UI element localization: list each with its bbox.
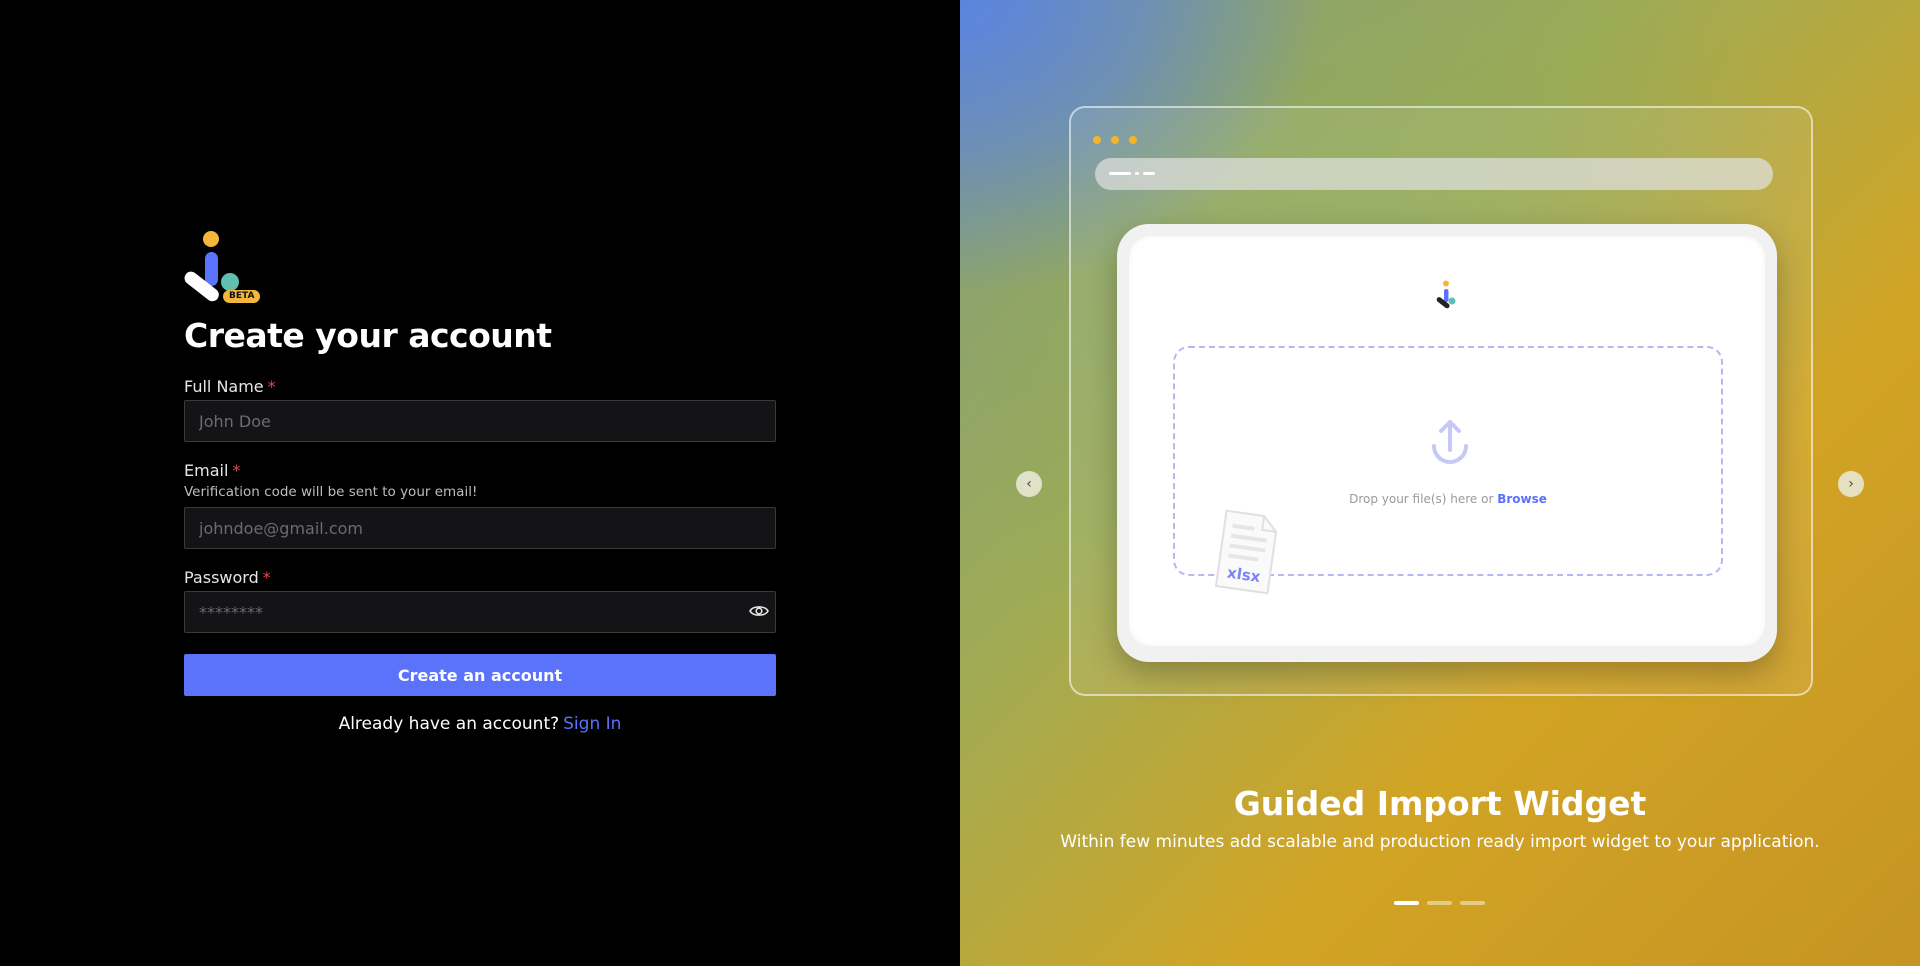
eye-icon[interactable] (749, 604, 769, 618)
chevron-right-icon[interactable]: › (1838, 471, 1864, 497)
create-account-button[interactable]: Create an account (184, 654, 776, 696)
signin-link[interactable]: Sign In (563, 714, 621, 734)
url-dash (1109, 172, 1131, 175)
widget-logo-icon (1435, 280, 1461, 314)
email-label: Email * (184, 461, 240, 480)
password-label: Password * (184, 568, 271, 587)
upload-icon (1424, 416, 1476, 468)
url-bar (1095, 158, 1773, 190)
email-label-text: Email (184, 461, 229, 480)
carousel-indicator[interactable] (1394, 901, 1419, 905)
widget-card: Drop your file(s) here or Browse xlsx (1117, 224, 1777, 662)
signin-row: Already have an account? Sign In (184, 714, 776, 734)
full-name-label: Full Name * (184, 377, 276, 396)
email-input[interactable] (184, 507, 776, 549)
full-name-label-text: Full Name (184, 377, 264, 396)
drop-text: Drop your file(s) here or (1349, 492, 1494, 506)
window-dot (1093, 136, 1101, 144)
browser-mockup: Drop your file(s) here or Browse xlsx (1069, 106, 1813, 696)
window-dot (1111, 136, 1119, 144)
full-name-input[interactable] (184, 400, 776, 442)
beta-badge: BETA (223, 290, 261, 303)
feature-carousel: Drop your file(s) here or Browse xlsx ‹ … (960, 0, 1920, 966)
required-marker: * (232, 461, 241, 480)
signin-prompt: Already have an account? (338, 714, 560, 734)
required-marker: * (267, 377, 276, 396)
window-dots (1093, 136, 1137, 144)
signup-panel: BETA Create your account Full Name* Emai… (0, 0, 960, 966)
carousel-indicator[interactable] (1427, 901, 1452, 905)
browse-link: Browse (1497, 492, 1547, 506)
url-dash (1135, 172, 1139, 175)
window-dot (1129, 136, 1137, 144)
widget-card-inner: Drop your file(s) here or Browse xlsx (1129, 236, 1765, 646)
brand-logo: BETA (184, 230, 266, 304)
file-dropzone: Drop your file(s) here or Browse xlsx (1173, 346, 1723, 595)
email-hint: Verification code will be sent to your e… (184, 484, 478, 500)
url-dash (1143, 172, 1155, 175)
slide-title: Guided Import Widget (1233, 784, 1647, 823)
carousel-indicators (1394, 901, 1485, 905)
password-label-text: Password (184, 568, 259, 587)
drop-instructions: Drop your file(s) here or Browse (1175, 492, 1721, 506)
slide-description: Within few minutes add scalable and prod… (1060, 832, 1820, 852)
file-xlsx-icon: xlsx (1209, 506, 1284, 598)
chevron-left-icon[interactable]: ‹ (1016, 471, 1042, 497)
required-marker: * (262, 568, 271, 587)
page-title: Create your account (184, 316, 552, 355)
carousel-indicator[interactable] (1460, 901, 1485, 905)
password-input[interactable] (184, 591, 776, 633)
